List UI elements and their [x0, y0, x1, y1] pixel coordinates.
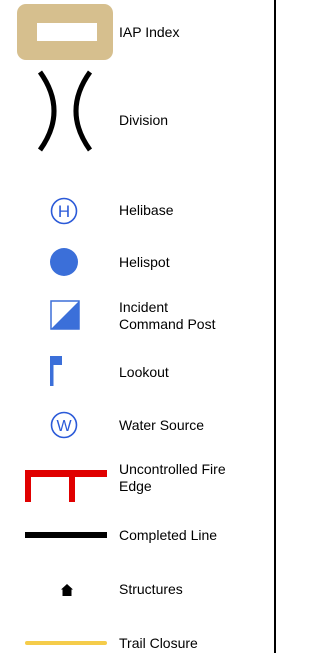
uncontrolled-fire-edge-symbol [25, 470, 107, 502]
legend-label-incident-command-post: Incident Command Post [119, 299, 216, 332]
legend-label-division: Division [119, 112, 169, 128]
legend-label-lookout: Lookout [119, 364, 169, 380]
legend-label-helispot: Helispot [119, 254, 170, 270]
water-source-icon: W [50, 411, 78, 439]
legend-label-structures: Structures [119, 581, 183, 597]
svg-text:H: H [58, 202, 70, 221]
lookout-icon [50, 356, 62, 386]
legend-label-water-source: Water Source [119, 417, 205, 433]
completed-line-symbol [25, 532, 107, 538]
legend-label-helibase: Helibase [119, 202, 174, 218]
legend-label-iap-index: IAP Index [119, 24, 180, 40]
helispot-icon [50, 248, 78, 276]
incident-command-post-icon [50, 300, 80, 330]
division-symbol [37, 70, 93, 152]
legend-panel: IAP Index Division H Helibase Helispot I… [0, 0, 276, 653]
iap-index-symbol [17, 4, 113, 60]
legend-label-completed-line: Completed Line [119, 527, 218, 543]
svg-text:W: W [56, 418, 72, 435]
legend-label-uncontrolled-fire-edge: Uncontrolled Fire Edge [119, 461, 226, 494]
house-icon [61, 584, 73, 596]
helibase-icon: H [50, 197, 78, 225]
trail-closure-symbol [25, 641, 107, 645]
legend-label-trail-closure: Trail Closure [119, 635, 198, 651]
